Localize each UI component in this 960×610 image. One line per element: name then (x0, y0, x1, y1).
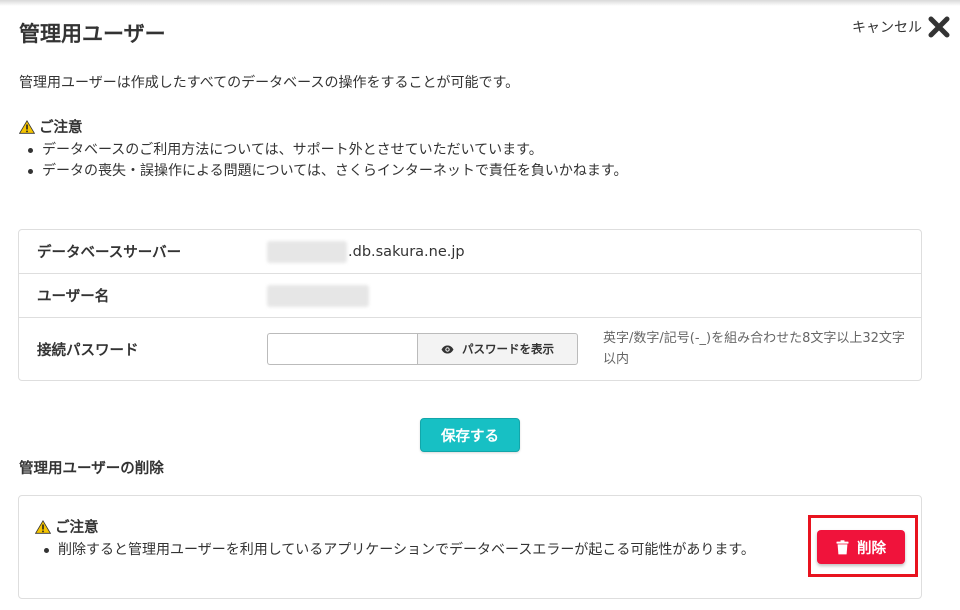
table-row: データベースサーバー .db.sakura.ne.jp (19, 230, 921, 274)
table-row: 接続パスワード パスワードを表示 英字/数字/記号(-_)を組み合わせた8文字以… (19, 318, 921, 380)
table-row: ユーザー名 (19, 274, 921, 318)
delete-section-title: 管理用ユーザーの削除 (19, 461, 164, 477)
delete-card: ご注意 削除すると管理用ユーザーを利用しているアプリケーションでデータベースエラ… (18, 495, 922, 599)
trash-icon (836, 539, 849, 555)
warning-icon (19, 119, 35, 134)
save-button[interactable]: 保存する (420, 418, 520, 452)
show-password-label: パスワードを表示 (462, 342, 554, 356)
eye-icon (441, 345, 454, 354)
notice-heading: ご注意 (19, 116, 627, 137)
notice-list: データベースのご利用方法については、サポート外とさせていただいています。 データ… (19, 140, 627, 182)
warning-icon (35, 519, 51, 534)
top-shadow (0, 0, 960, 6)
cancel-button[interactable]: キャンセル (852, 16, 950, 38)
list-item: 削除すると管理用ユーザーを利用しているアプリケーションでデータベースエラーが起こ… (43, 540, 795, 560)
delete-button[interactable]: 削除 (817, 530, 905, 564)
username-label: ユーザー名 (37, 289, 110, 305)
delete-notice-title: ご注意 (55, 520, 99, 536)
delete-notice: ご注意 削除すると管理用ユーザーを利用しているアプリケーションでデータベースエラ… (35, 516, 795, 560)
password-hint: 英字/数字/記号(-_)を組み合わせた8文字以上32文字以内 (603, 331, 905, 367)
details-table: データベースサーバー .db.sakura.ne.jp ユーザー名 接続パスワー… (18, 229, 922, 381)
intro-text: 管理用ユーザーは作成したすべてのデータベースの操作をすることが可能です。 (19, 75, 520, 91)
password-input[interactable] (267, 333, 417, 365)
delete-label: 削除 (857, 540, 886, 557)
delete-notice-heading: ご注意 (35, 516, 795, 537)
server-value: .db.sakura.ne.jp (348, 243, 465, 260)
show-password-button[interactable]: パスワードを表示 (417, 333, 578, 365)
redacted-hostname (267, 240, 347, 263)
notice-block: ご注意 データベースのご利用方法については、サポート外とさせていただいています。… (19, 116, 627, 182)
username-value-cell (267, 284, 369, 307)
list-item: データベースのご利用方法については、サポート外とさせていただいています。 (27, 140, 627, 161)
cancel-label: キャンセル (852, 20, 922, 36)
delete-notice-list: 削除すると管理用ユーザーを利用しているアプリケーションでデータベースエラーが起こ… (35, 540, 795, 560)
list-item: データの喪失・誤操作による問題については、さくらインターネットで責任を負いかねま… (27, 161, 627, 182)
password-field-group: パスワードを表示 (267, 333, 578, 365)
server-label: データベースサーバー (37, 245, 182, 261)
redacted-username (267, 284, 369, 307)
page-title: 管理用ユーザー (19, 22, 166, 46)
notice-title: ご注意 (39, 120, 83, 136)
password-label: 接続パスワード (37, 342, 139, 359)
close-icon[interactable] (928, 16, 950, 38)
server-value-cell: .db.sakura.ne.jp (267, 240, 465, 263)
